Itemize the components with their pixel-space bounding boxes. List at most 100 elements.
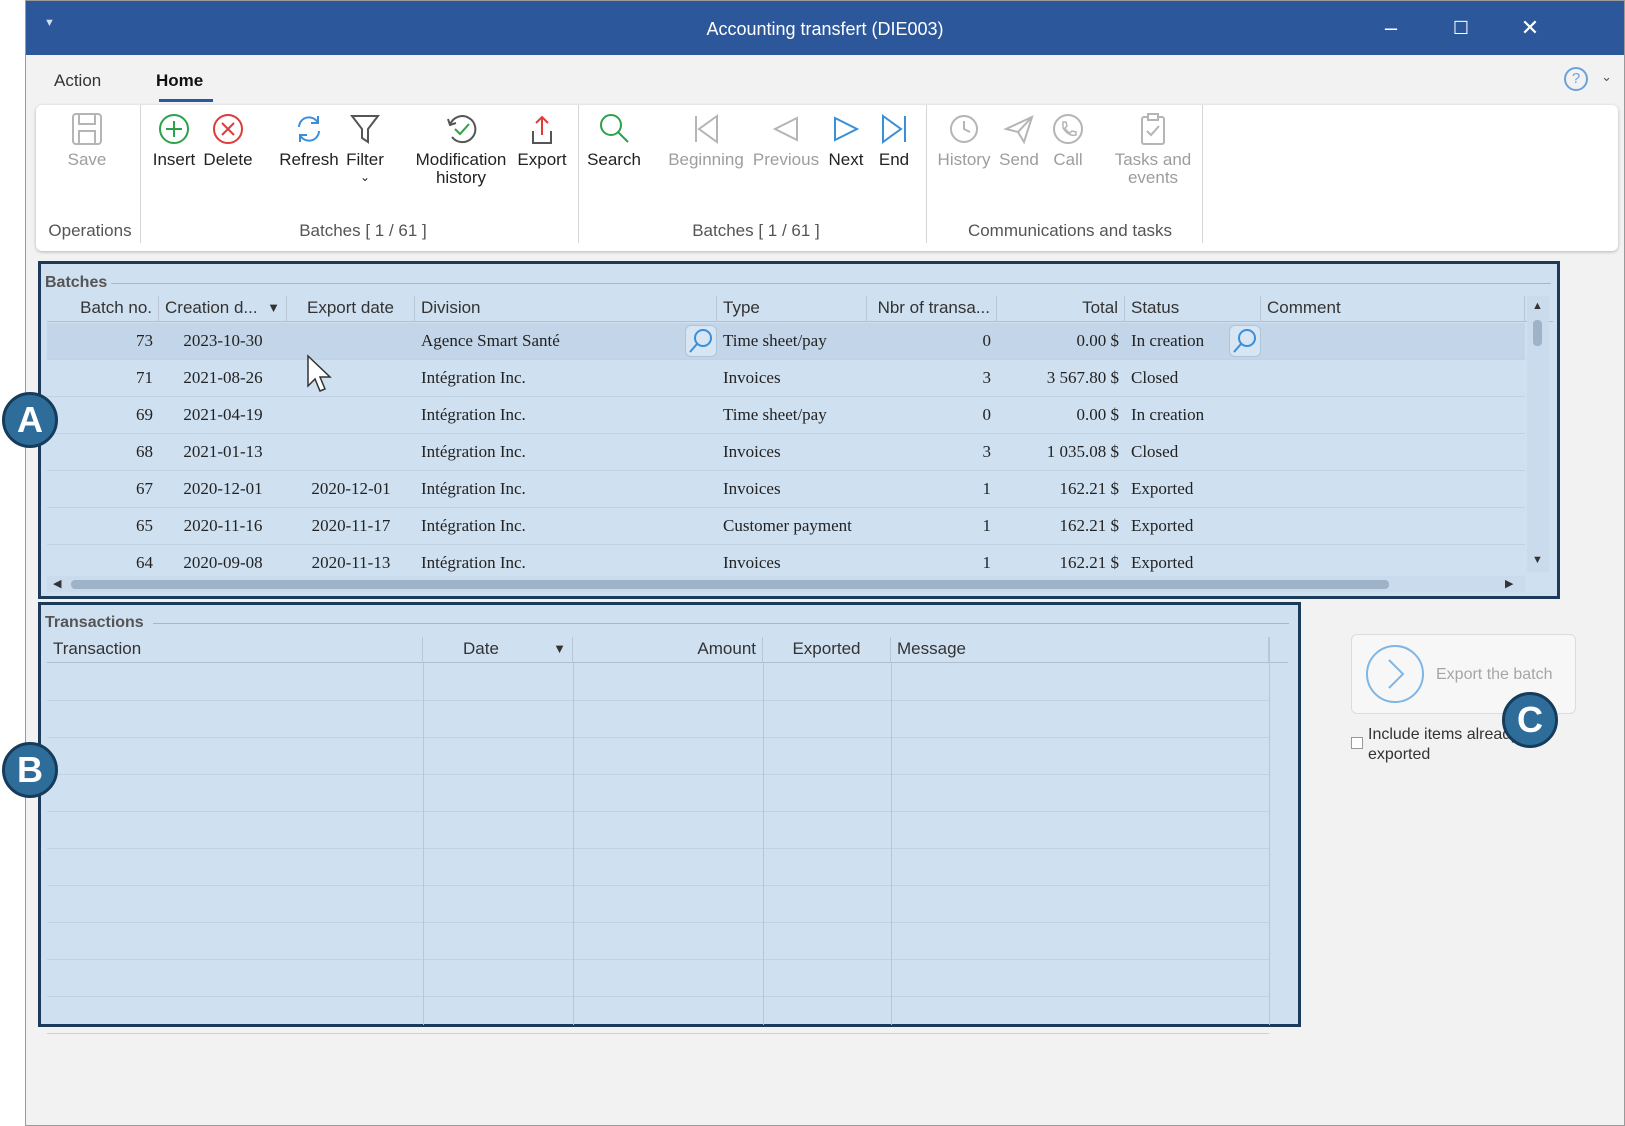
minimize-icon[interactable]: –	[1371, 13, 1411, 43]
horizontal-scroll-thumb[interactable]	[71, 580, 1389, 589]
col-message[interactable]: Message	[891, 637, 1269, 663]
scroll-left-icon[interactable]: ◀	[53, 577, 61, 590]
cell-created[interactable]: 2023-10-30	[159, 323, 287, 359]
export-button[interactable]: Export	[514, 111, 570, 169]
cell-count[interactable]: 1	[867, 471, 997, 507]
col-creation-date[interactable]: Creation d... ▼	[159, 296, 287, 322]
chevron-down-icon[interactable]: ⌄	[1601, 69, 1612, 85]
cell-type[interactable]: Time sheet/pay	[717, 397, 867, 433]
cell-status[interactable]: In creation	[1125, 397, 1261, 433]
lookup-search-icon[interactable]	[1229, 325, 1261, 357]
cell-total[interactable]: 0.00 $	[997, 323, 1125, 359]
table-row[interactable]: 67 2020-12-01 2020-12-01 Intégration Inc. In…	[47, 471, 1525, 508]
horizontal-scrollbar[interactable]: ◀ ▶	[47, 576, 1525, 592]
table-row[interactable]	[47, 738, 1269, 775]
col-comment[interactable]: Comment	[1261, 296, 1525, 322]
cell-exported[interactable]	[287, 434, 415, 470]
cell-comment[interactable]	[1261, 360, 1525, 396]
table-row[interactable]: 69 2021-04-19 Intégration Inc. Time sheet/p…	[47, 397, 1525, 434]
cell-division[interactable]: Intégration Inc.	[415, 471, 717, 507]
cell-division[interactable]: Intégration Inc.	[415, 508, 717, 544]
col-date[interactable]: Date ▼	[423, 637, 573, 663]
col-division[interactable]: Division	[415, 296, 717, 322]
cell-comment[interactable]	[1261, 471, 1525, 507]
col-status[interactable]: Status	[1125, 296, 1261, 322]
cell-status[interactable]: Closed	[1125, 434, 1261, 470]
help-icon[interactable]: ?	[1564, 67, 1588, 91]
cell-type[interactable]: Invoices	[717, 434, 867, 470]
history-button[interactable]: History	[934, 111, 994, 169]
previous-button[interactable]: Previous	[751, 111, 821, 169]
col-batch-no[interactable]: Batch no.	[47, 296, 159, 322]
cell-count[interactable]: 0	[867, 397, 997, 433]
lookup-search-icon[interactable]	[685, 325, 717, 357]
vertical-scrollbar[interactable]: ▲ ▼	[1527, 296, 1549, 572]
table-row[interactable]	[47, 812, 1269, 849]
beginning-button[interactable]: Beginning	[666, 111, 746, 169]
cell-created[interactable]: 2021-08-26	[159, 360, 287, 396]
cell-no[interactable]: 73	[47, 323, 159, 359]
col-export-date[interactable]: Export date	[287, 296, 415, 322]
cell-total[interactable]: 3 567.80 $	[997, 360, 1125, 396]
table-row[interactable]	[47, 664, 1269, 701]
table-row[interactable]	[47, 960, 1269, 997]
cell-exported[interactable]: 2020-12-01	[287, 471, 415, 507]
tasks-and-events-button[interactable]: Tasks and events	[1108, 111, 1198, 187]
cell-comment[interactable]	[1261, 508, 1525, 544]
cell-status[interactable]: Closed	[1125, 360, 1261, 396]
cell-created[interactable]: 2021-04-19	[159, 397, 287, 433]
cell-created[interactable]: 2020-12-01	[159, 471, 287, 507]
next-button[interactable]: Next	[824, 111, 868, 169]
cell-total[interactable]: 1 035.08 $	[997, 434, 1125, 470]
cell-comment[interactable]	[1261, 397, 1525, 433]
cell-created[interactable]: 2021-01-13	[159, 434, 287, 470]
col-total[interactable]: Total	[997, 296, 1125, 322]
send-button[interactable]: Send	[996, 111, 1042, 169]
cell-status[interactable]: Exported	[1125, 508, 1261, 544]
cell-no[interactable]: 71	[47, 360, 159, 396]
cell-comment[interactable]	[1261, 434, 1525, 470]
cell-count[interactable]: 3	[867, 434, 997, 470]
col-type[interactable]: Type	[717, 296, 867, 322]
cell-type[interactable]: Invoices	[717, 360, 867, 396]
cell-no[interactable]: 68	[47, 434, 159, 470]
col-nbr-transactions[interactable]: Nbr of transa...	[867, 296, 997, 322]
table-row[interactable]: 71 2021-08-26 Intégration Inc. Invoices 3 3 5…	[47, 360, 1525, 397]
cell-created[interactable]: 2020-11-16	[159, 508, 287, 544]
cell-no[interactable]: 65	[47, 508, 159, 544]
close-icon[interactable]: ✕	[1510, 13, 1550, 43]
cell-no[interactable]: 69	[47, 397, 159, 433]
cell-total[interactable]: 162.21 $	[997, 471, 1125, 507]
cell-no[interactable]: 67	[47, 471, 159, 507]
cell-status[interactable]: Exported	[1125, 471, 1261, 507]
filter-button[interactable]: Filter ⌄	[342, 111, 388, 183]
table-row[interactable]	[47, 997, 1269, 1034]
table-row[interactable]	[47, 886, 1269, 923]
cell-exported[interactable]	[287, 397, 415, 433]
table-row[interactable]: 68 2021-01-13 Intégration Inc. Invoices 3 1 0…	[47, 434, 1525, 471]
table-row[interactable]	[47, 849, 1269, 886]
col-exported[interactable]: Exported	[763, 637, 891, 663]
end-button[interactable]: End	[872, 111, 916, 169]
insert-button[interactable]: Insert	[151, 111, 197, 169]
filter-chevron-icon[interactable]: ⌄	[342, 171, 388, 183]
cell-type[interactable]: Customer payment	[717, 508, 867, 544]
cell-exported[interactable]: 2020-11-17	[287, 508, 415, 544]
table-row[interactable]: 73 2023-10-30 Agence Smart Santé Time sheet…	[47, 323, 1525, 360]
cell-type[interactable]: Invoices	[717, 471, 867, 507]
cell-division[interactable]: Intégration Inc.	[415, 360, 717, 396]
cell-type[interactable]: Time sheet/pay	[717, 323, 867, 359]
refresh-button[interactable]: Refresh	[278, 111, 340, 169]
modification-history-button[interactable]: Modification history	[411, 111, 511, 187]
include-exported-checkbox[interactable]	[1351, 737, 1363, 749]
vertical-scroll-thumb[interactable]	[1533, 320, 1542, 346]
delete-button[interactable]: Delete	[200, 111, 256, 169]
table-row[interactable]: 65 2020-11-16 2020-11-17 Intégration Inc. Cu…	[47, 508, 1525, 545]
table-row[interactable]	[47, 923, 1269, 960]
search-button[interactable]: Search	[586, 111, 642, 169]
cell-division[interactable]: Agence Smart Santé	[415, 323, 717, 359]
cell-comment[interactable]	[1261, 323, 1525, 359]
scroll-down-icon[interactable]: ▼	[1532, 554, 1543, 566]
cell-total[interactable]: 162.21 $	[997, 508, 1125, 544]
col-amount[interactable]: Amount	[573, 637, 763, 663]
